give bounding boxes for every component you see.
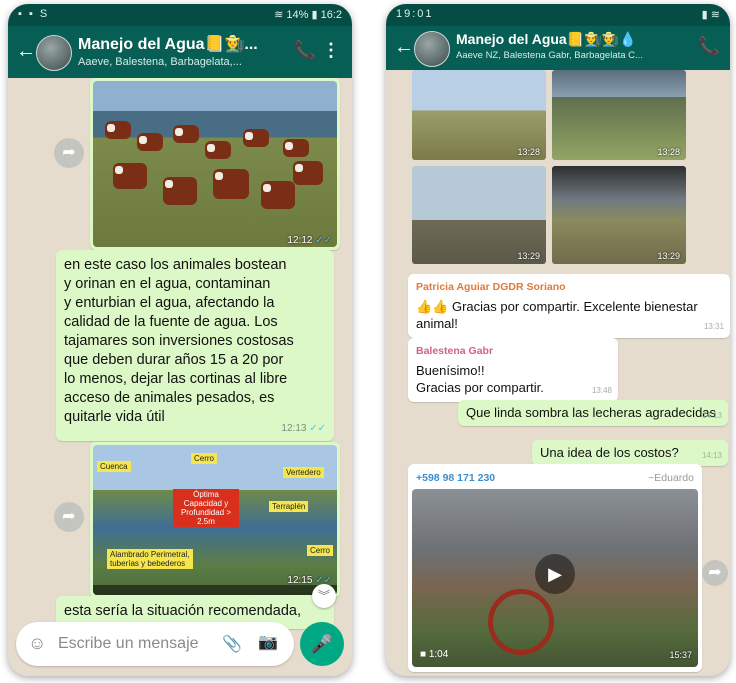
sender-name: Balestena Gabr bbox=[416, 345, 494, 357]
outgoing-message[interactable]: Una idea de los costos? 14:13 bbox=[532, 440, 728, 466]
message-input-bar[interactable]: ☺ Escribe un mensaje 📎 📷 bbox=[16, 622, 294, 666]
diagram-label: Cerro bbox=[191, 453, 218, 464]
message-time: 12:12 ✓✓ bbox=[287, 235, 332, 246]
forward-icon[interactable]: ➦ bbox=[54, 502, 84, 532]
status-bar: ▪ ▪ S ≋ 14% ▮ 16:2 bbox=[8, 4, 352, 26]
message-line: y enturbian el agua, afectando la bbox=[64, 295, 275, 311]
message-line: calidad de la fuente de agua. Los bbox=[64, 314, 278, 330]
right-phone-screen: 19:01 ▮ ≋ ← Manejo del Agua📒👨‍🌾👨‍🌾💧 Aaev… bbox=[386, 4, 730, 676]
chat-header: ← Manejo del Agua📒👨‍🌾... Aaeve, Balesten… bbox=[8, 26, 352, 78]
diagram-label: Alambrado Perimetral, tuberías y bebeder… bbox=[107, 549, 193, 569]
message-line: en este caso los animales bostean bbox=[64, 257, 287, 273]
message-text: 👍👍 Gracias por compartir. Excelente bien… bbox=[416, 299, 698, 331]
message-time: 15:37 bbox=[669, 650, 692, 660]
message-line: acceso de animales pesados, es bbox=[64, 390, 275, 406]
status-right: ≋ 14% ▮ 16:2 bbox=[274, 8, 342, 21]
camera-icon[interactable]: 📷 bbox=[258, 632, 278, 652]
sender-alias: ~Eduardo bbox=[648, 472, 694, 484]
message-time: 12:13 ✓✓ bbox=[281, 423, 326, 434]
message-text: Una idea de los costos? bbox=[540, 445, 679, 460]
photo-thumbnail[interactable]: 13:28 bbox=[412, 70, 546, 160]
wifi-icon: ≋ bbox=[274, 9, 284, 21]
group-avatar[interactable] bbox=[414, 31, 450, 67]
message-time: 14:13 bbox=[701, 451, 722, 460]
sender-row: +598 98 171 230 ~Eduardo bbox=[412, 468, 698, 489]
video-duration: ■ 1:04 bbox=[420, 649, 449, 660]
incoming-message[interactable]: Patricia Aguiar DGDR Soriano 👍👍 Gracias … bbox=[408, 274, 730, 338]
back-arrow-icon[interactable]: ← bbox=[16, 40, 36, 63]
diagram-label: Óptima Capacidad y Profundidad > 2.5m bbox=[173, 489, 239, 527]
back-arrow-icon[interactable]: ← bbox=[394, 36, 414, 59]
add-call-icon[interactable]: 📞 bbox=[294, 40, 316, 61]
battery-level: 14% bbox=[286, 9, 309, 21]
group-members[interactable]: Aaeve NZ, Balestena Gabr, Barbagelata C.… bbox=[456, 50, 643, 61]
incoming-video-message[interactable]: +598 98 171 230 ~Eduardo ▶ ■ 1:04 15:37 bbox=[408, 464, 702, 672]
chat-header: ← Manejo del Agua📒👨‍🌾👨‍🌾💧 Aaeve NZ, Bale… bbox=[386, 26, 730, 70]
cows-photo bbox=[93, 81, 337, 247]
message-line: tajamares son inversiones costosas bbox=[64, 333, 294, 349]
message-input[interactable]: Escribe un mensaje bbox=[58, 635, 199, 653]
attach-icon[interactable]: 📎 bbox=[222, 634, 242, 654]
image-message[interactable]: 12:12 ✓✓ bbox=[90, 78, 340, 250]
text-message[interactable]: en este caso los animales bostean y orin… bbox=[56, 250, 334, 441]
clock: 19:01 bbox=[396, 8, 434, 20]
status-icons: ▮ ≋ bbox=[701, 9, 720, 21]
incoming-message[interactable]: Balestena Gabr Buenísimo!! Gracias por c… bbox=[408, 338, 618, 402]
status-icons: ▪ ▪ S bbox=[18, 8, 50, 20]
message-line: esta sería la situación recomendada, bbox=[64, 603, 301, 619]
image-caption-bar bbox=[93, 585, 337, 595]
video-thumbnail[interactable]: ▶ ■ 1:04 15:37 bbox=[412, 489, 698, 667]
message-text: Buenísimo!! bbox=[416, 363, 485, 378]
forward-icon[interactable]: ➦ bbox=[702, 560, 728, 586]
photo-time: 13:28 bbox=[657, 147, 680, 157]
diagram-label: Vertedero bbox=[283, 467, 324, 478]
forward-icon[interactable]: ➦ bbox=[54, 138, 84, 168]
message-line: que deben durar años 15 a 20 por bbox=[64, 352, 284, 368]
message-text: Gracias por compartir. bbox=[416, 380, 544, 395]
group-avatar[interactable] bbox=[36, 35, 72, 71]
status-bar: 19:01 ▮ ≋ bbox=[386, 4, 730, 26]
message-time: 13:48 bbox=[591, 386, 612, 395]
photo-time: 13:29 bbox=[517, 251, 540, 261]
diagram-label: Terraplén bbox=[269, 501, 309, 512]
outgoing-message[interactable]: Que linda sombra las lecheras agradecida… bbox=[458, 400, 728, 426]
group-title[interactable]: Manejo del Agua📒👨‍🌾... bbox=[78, 34, 258, 54]
sender-name: Patricia Aguiar DGDR Soriano bbox=[416, 281, 566, 293]
photo-thumbnail[interactable]: 13:29 bbox=[552, 166, 686, 264]
photo-thumbnail[interactable]: 13:29 bbox=[412, 166, 546, 264]
group-title[interactable]: Manejo del Agua📒👨‍🌾👨‍🌾💧 bbox=[456, 31, 636, 48]
photo-thumbnail[interactable]: 13:28 bbox=[552, 70, 686, 160]
battery-icon: ▮ bbox=[311, 9, 318, 21]
mic-icon[interactable]: 🎤 bbox=[300, 622, 344, 666]
message-time: 13:31 bbox=[703, 322, 724, 331]
message-line: y orinan en el agua, contaminan bbox=[64, 276, 271, 292]
chat-area: 13:28 13:28 13:29 13:29 Patricia Aguiar … bbox=[386, 70, 730, 676]
clock: 16:2 bbox=[320, 9, 342, 21]
group-members[interactable]: Aaeve, Balestena, Barbagelata,... bbox=[78, 56, 242, 68]
image-message[interactable]: Cuenca Cerro Vertedero Óptima Capacidad … bbox=[90, 442, 340, 598]
message-time: 14:13 bbox=[701, 411, 722, 420]
scroll-down-icon[interactable]: ︾ bbox=[312, 584, 336, 608]
message-line: lo menos, dejar las cortinas al libre bbox=[64, 371, 288, 387]
photo-time: 13:28 bbox=[517, 147, 540, 157]
call-icon[interactable]: 📞 bbox=[698, 36, 720, 57]
diagram-label: Cuenca bbox=[97, 461, 131, 472]
left-phone-screen: ▪ ▪ S ≋ 14% ▮ 16:2 ← Manejo del Agua📒👨‍🌾… bbox=[8, 4, 352, 676]
diagram-label: Cerro bbox=[307, 545, 334, 556]
chat-area: ➦ 12:12 ✓✓ en este caso los animales bos… bbox=[8, 78, 352, 676]
photo-time: 13:29 bbox=[657, 251, 680, 261]
message-text: Que linda sombra las lecheras agradecida… bbox=[466, 405, 717, 420]
more-options-icon[interactable]: ⋮ bbox=[322, 40, 340, 61]
play-icon[interactable]: ▶ bbox=[535, 554, 575, 595]
tajamar-diagram: Cuenca Cerro Vertedero Óptima Capacidad … bbox=[93, 445, 337, 595]
sender-name: +598 98 171 230 bbox=[416, 472, 496, 484]
emoji-icon[interactable]: ☺ bbox=[28, 633, 46, 654]
